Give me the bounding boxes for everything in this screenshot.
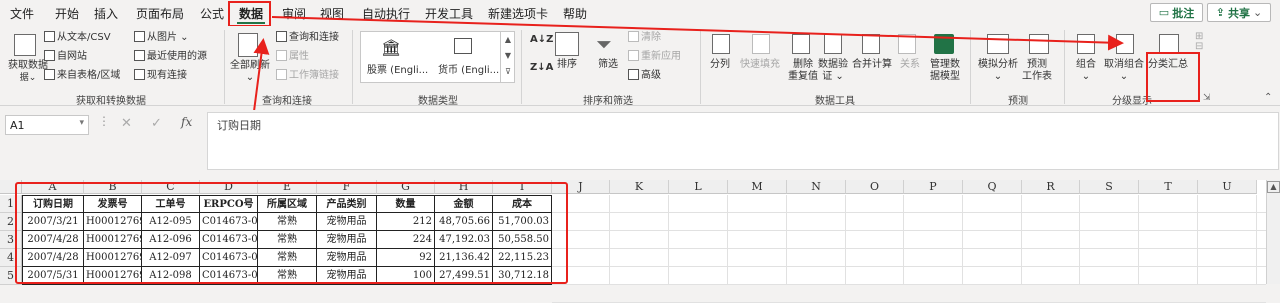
column-header-q[interactable]: Q [963,180,1022,194]
grid-line [552,284,1266,285]
grid-line [845,195,846,284]
column-header-u[interactable]: U [1198,180,1257,194]
grid-line [1197,195,1198,284]
column-header-r[interactable]: R [1022,180,1080,194]
enter-icon[interactable]: ✓ [151,116,162,131]
column-header-k[interactable]: K [610,180,669,194]
column-header-n[interactable]: N [787,180,846,194]
vertical-scrollbar[interactable]: ▲ [1266,180,1280,284]
arrow-to-subtotal [271,16,1124,51]
scroll-up-icon[interactable]: ▲ [1267,181,1280,193]
name-box[interactable]: A1 ▾ [5,115,89,135]
formula-input[interactable]: 订购日期 [207,112,1279,170]
grid-line [1021,195,1022,284]
insert-function-icon[interactable]: fx [181,115,192,129]
column-header-p[interactable]: P [904,180,963,194]
grid-line [552,248,1266,249]
grid-line [552,212,1266,213]
column-header-m[interactable]: M [728,180,787,194]
grid-line [1079,195,1080,284]
grid-line [668,195,669,284]
grid-line [727,195,728,284]
grid-line [962,195,963,284]
column-header-t[interactable]: T [1139,180,1198,194]
grid-line [1256,195,1257,284]
grid-line [552,266,1266,267]
formula-bar-grip-icon: ⋮ [98,114,110,128]
chevron-down-icon: ▾ [79,118,84,128]
annotation-box-table [15,182,568,284]
grid-line [786,195,787,284]
column-header-l[interactable]: L [669,180,728,194]
column-header-o[interactable]: O [846,180,904,194]
column-header-s[interactable]: S [1080,180,1139,194]
grid-line [609,195,610,284]
grid-line [552,230,1266,231]
grid-line [1138,195,1139,284]
grid-line [903,195,904,284]
cancel-icon[interactable]: ✕ [121,116,132,131]
